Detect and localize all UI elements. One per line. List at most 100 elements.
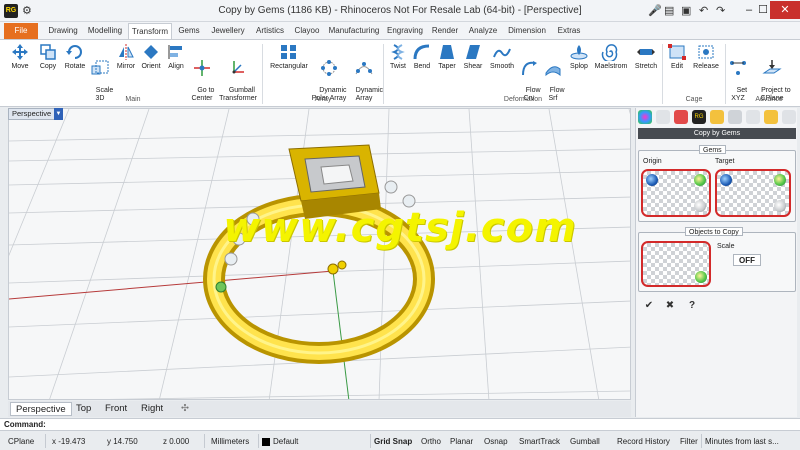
objects-selector[interactable]	[641, 241, 711, 287]
ortho-toggle[interactable]: Ortho	[421, 435, 441, 448]
origin-gem-blue	[646, 174, 658, 186]
orient-icon	[144, 45, 158, 59]
align-icon	[168, 45, 182, 59]
origin-selector[interactable]	[641, 169, 711, 217]
copy-button[interactable]: Copy	[34, 43, 62, 71]
tab-jewellery[interactable]: Jewellery	[206, 23, 250, 39]
gem-icon[interactable]	[710, 110, 724, 124]
layer-label[interactable]: Default	[273, 435, 298, 448]
tab-clayoo[interactable]: Clayoo	[290, 23, 324, 39]
grid-snap-toggle[interactable]: Grid Snap	[374, 435, 412, 448]
maelstrom-button[interactable]: Maelstrom	[592, 43, 630, 71]
target-selector[interactable]	[715, 169, 791, 217]
cage-release-label: Release	[693, 63, 719, 70]
align-button[interactable]: Align	[164, 43, 188, 71]
microphone-icon[interactable]: 🎤	[648, 4, 662, 18]
origin-label: Origin	[643, 158, 662, 165]
bend-button[interactable]: Bend	[410, 43, 434, 71]
viewport-scene[interactable]	[9, 109, 631, 400]
rotate-icon	[66, 45, 82, 59]
tab-analyze[interactable]: Analyze	[464, 23, 502, 39]
tab-engraving[interactable]: Engraving	[384, 23, 426, 39]
target-gem-white	[774, 200, 786, 212]
scale-toggle[interactable]: OFF	[733, 254, 761, 266]
group-label-array: Array	[314, 96, 332, 103]
tab-extras[interactable]: Extras	[552, 23, 586, 39]
splop-button[interactable]: Splop	[566, 43, 592, 71]
ribbon-separator	[383, 44, 384, 104]
help-icon[interactable]: ?	[685, 299, 699, 313]
polar-array-icon	[321, 60, 337, 76]
rectangular-label: Rectangular	[270, 63, 308, 70]
bend-label: Bend	[413, 63, 431, 70]
viewport-icon[interactable]: ▣	[681, 4, 691, 18]
filter-toggle[interactable]: Filter	[680, 435, 698, 448]
command-line[interactable]: Command:	[0, 418, 800, 431]
status-bar: CPlane x -19.473 y 14.750 z 0.000 Millim…	[0, 432, 800, 450]
add-view-icon[interactable]: ✣	[176, 402, 194, 416]
taper-button[interactable]: Taper	[434, 43, 460, 71]
cage-edit-icon	[668, 44, 686, 60]
tab-modelling[interactable]: Modelling	[84, 23, 126, 39]
perspective-viewport[interactable]	[8, 108, 631, 400]
folder-icon[interactable]	[764, 110, 778, 124]
ok-check-icon[interactable]: ✔	[642, 299, 656, 313]
units-label[interactable]: Millimeters	[211, 435, 249, 448]
stretch-button[interactable]: Stretch	[632, 43, 660, 71]
move-button[interactable]: Move	[6, 43, 34, 71]
cplane-label[interactable]: CPlane	[8, 435, 34, 448]
tab-front-view[interactable]: Front	[100, 402, 132, 416]
tab-dimension[interactable]: Dimension	[504, 23, 550, 39]
cage-release-icon	[698, 45, 714, 59]
layers-icon[interactable]: ▤	[664, 4, 674, 18]
twist-button[interactable]: Twist	[386, 43, 410, 71]
splop-label: Splop	[570, 63, 588, 70]
tab-file[interactable]: File	[4, 23, 38, 39]
target-gem-blue	[720, 174, 732, 186]
shear-button[interactable]: Shear	[460, 43, 486, 71]
settings-gear-icon[interactable]	[782, 110, 796, 124]
tab-right-view[interactable]: Right	[136, 402, 168, 416]
tab-render[interactable]: Render	[428, 23, 462, 39]
gems-group: Gems Origin Target	[638, 145, 796, 222]
shear-label: Shear	[463, 63, 483, 70]
x-coordinate: x -19.473	[52, 437, 86, 446]
rhino-gold-panel-icon[interactable]: RG	[692, 110, 706, 124]
materials-icon[interactable]	[674, 110, 688, 124]
tab-gems[interactable]: Gems	[174, 23, 204, 39]
tab-manufacturing[interactable]: Manufacturing	[326, 23, 382, 39]
help-panel-icon[interactable]	[746, 110, 760, 124]
status-separator	[45, 434, 46, 448]
viewport-menu-arrow[interactable]: ▼	[54, 108, 63, 120]
origin-gem-white	[694, 200, 706, 212]
rectangular-array-button[interactable]: Rectangular	[264, 43, 314, 71]
undo-icon[interactable]: ↶	[699, 4, 708, 18]
tab-artistics[interactable]: Artistics	[252, 23, 288, 39]
tab-top-view[interactable]: Top	[71, 402, 96, 416]
close-button[interactable]: ✕	[770, 1, 800, 19]
rotate-button[interactable]: Rotate	[61, 43, 89, 71]
layers-panel-icon[interactable]	[728, 110, 742, 124]
redo-icon[interactable]: ↷	[716, 4, 725, 18]
gumball-toggle[interactable]: Gumball	[570, 435, 600, 448]
status-separator	[701, 434, 702, 448]
planar-toggle[interactable]: Planar	[450, 435, 473, 448]
viewport-title[interactable]: Perspective	[8, 108, 56, 120]
tab-transform[interactable]: Transform	[128, 23, 172, 39]
tab-perspective-view[interactable]: Perspective	[10, 402, 72, 416]
cancel-x-icon[interactable]: ✖	[663, 299, 677, 313]
smarttrack-toggle[interactable]: SmartTrack	[519, 435, 560, 448]
record-history-toggle[interactable]: Record History	[617, 435, 670, 448]
mirror-button[interactable]: Mirror	[113, 43, 139, 71]
tab-drawing[interactable]: Drawing	[44, 23, 82, 39]
color-wheel-icon[interactable]	[638, 110, 652, 124]
osnap-toggle[interactable]: Osnap	[484, 435, 508, 448]
properties-icon[interactable]	[656, 110, 670, 124]
cage-edit-button[interactable]: Edit	[664, 43, 690, 71]
orient-button[interactable]: Orient	[138, 43, 164, 71]
group-label-cage: Cage	[685, 96, 703, 103]
cage-release-button[interactable]: Release	[690, 43, 722, 71]
smooth-button[interactable]: Smooth	[486, 43, 518, 71]
flow-curve-icon	[522, 61, 537, 76]
move-label: Move	[11, 63, 29, 70]
